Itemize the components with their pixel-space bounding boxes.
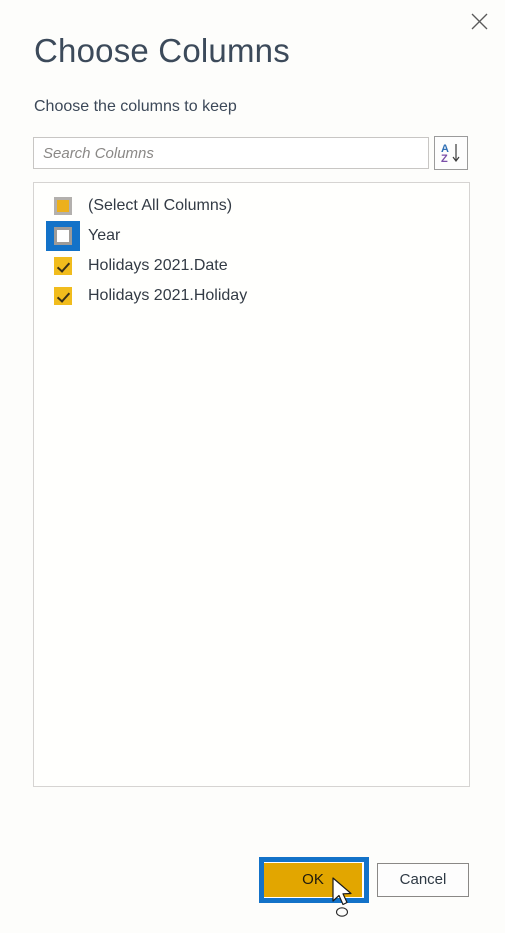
list-item[interactable]: Holidays 2021.Date (34, 251, 469, 281)
checkbox-wrapper-focused[interactable] (46, 221, 80, 251)
checkbox-holidays-date[interactable] (54, 257, 72, 275)
checkbox-year[interactable] (54, 227, 72, 245)
search-input[interactable] (33, 137, 429, 169)
column-list[interactable]: (Select All Columns) Year Holidays 2021.… (33, 182, 470, 787)
list-item-label: Holidays 2021.Date (88, 257, 228, 274)
close-icon[interactable] (459, 4, 499, 38)
checkbox-wrapper[interactable] (46, 191, 80, 221)
checkbox-wrapper[interactable] (46, 251, 80, 281)
cancel-button[interactable]: Cancel (377, 863, 469, 897)
checkbox-holidays-holiday[interactable] (54, 287, 72, 305)
list-item-label: (Select All Columns) (88, 197, 233, 214)
list-item[interactable]: Holidays 2021.Holiday (34, 281, 469, 311)
page-title: Choose Columns (34, 32, 290, 69)
list-item-label: Holidays 2021.Holiday (88, 287, 248, 304)
checkbox-select-all[interactable] (54, 197, 72, 215)
sort-az-icon: A Z (441, 143, 460, 165)
list-item[interactable]: (Select All Columns) (34, 191, 469, 221)
svg-text:Z: Z (441, 153, 448, 165)
checkbox-wrapper[interactable] (46, 281, 80, 311)
ok-button[interactable]: OK (264, 863, 362, 897)
sort-az-button[interactable]: A Z (434, 136, 468, 170)
list-item-label: Year (88, 227, 121, 244)
list-item[interactable]: Year (34, 221, 469, 251)
dialog-subtitle: Choose the columns to keep (34, 98, 237, 115)
choose-columns-dialog: Choose Columns Choose the columns to kee… (0, 0, 505, 933)
close-x-glyph (471, 13, 487, 29)
